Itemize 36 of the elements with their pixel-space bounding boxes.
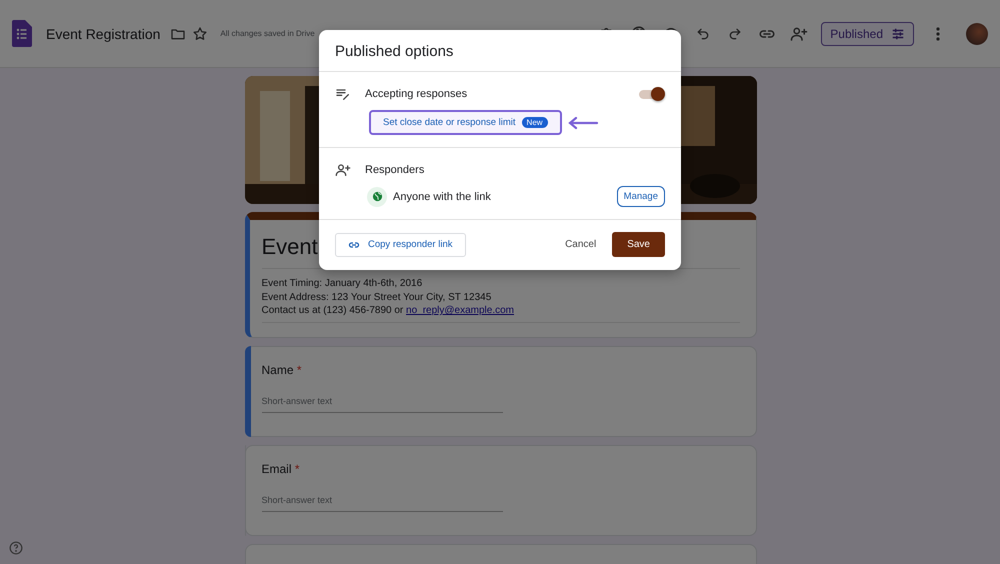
question-card[interactable]: Name * Short-answer text [244, 346, 756, 436]
manage-button[interactable]: Manage [616, 186, 665, 207]
contact-text: Contact us at (123) 456-7890 or no_reply@example.com [262, 304, 516, 318]
avatar[interactable] [966, 22, 988, 44]
form-description: Event Timing: January 4th-6th, 2016 Event Address: 123 Your Street Your City, ST 12345 [262, 277, 492, 304]
sliders-icon [891, 26, 905, 40]
question-label: Name [262, 362, 294, 376]
section-title: Accepting responses [365, 88, 468, 100]
answer-field[interactable]: Short-answer text [262, 494, 502, 512]
required-mark: * [296, 362, 302, 376]
question-card[interactable]: Email * Short-answer text [244, 444, 756, 536]
question-label: Email [262, 462, 292, 476]
arrow-icon [566, 116, 599, 130]
save-status: All changes saved in Drive [220, 29, 315, 38]
email-link[interactable]: no_reply@example.com [406, 305, 514, 316]
section-title: Responders [365, 164, 426, 176]
globe-icon [372, 191, 382, 202]
save-button[interactable]: Save [612, 232, 665, 257]
required-mark: * [294, 462, 300, 476]
add-person-icon[interactable] [790, 24, 808, 42]
close-date-link[interactable]: Set close date or response limit New [369, 110, 562, 135]
undo-icon[interactable] [695, 26, 712, 42]
answer-field[interactable]: Short-answer text [262, 396, 502, 412]
toggle-switch[interactable] [639, 87, 665, 101]
help-icon[interactable] [9, 541, 23, 555]
dialog-title: Published options [319, 30, 681, 72]
star-icon[interactable] [192, 26, 208, 42]
published-button[interactable]: Published [821, 22, 914, 46]
add-person-icon [335, 162, 351, 178]
document-title[interactable]: Event Registration [46, 26, 160, 42]
more-icon[interactable] [936, 26, 940, 40]
copy-link-button[interactable]: Copy responder link [335, 232, 466, 256]
access-text: Anyone with the link [393, 190, 491, 202]
forms-logo-icon[interactable] [12, 20, 32, 47]
new-badge: New [522, 117, 548, 128]
cancel-button[interactable]: Cancel [557, 233, 604, 256]
